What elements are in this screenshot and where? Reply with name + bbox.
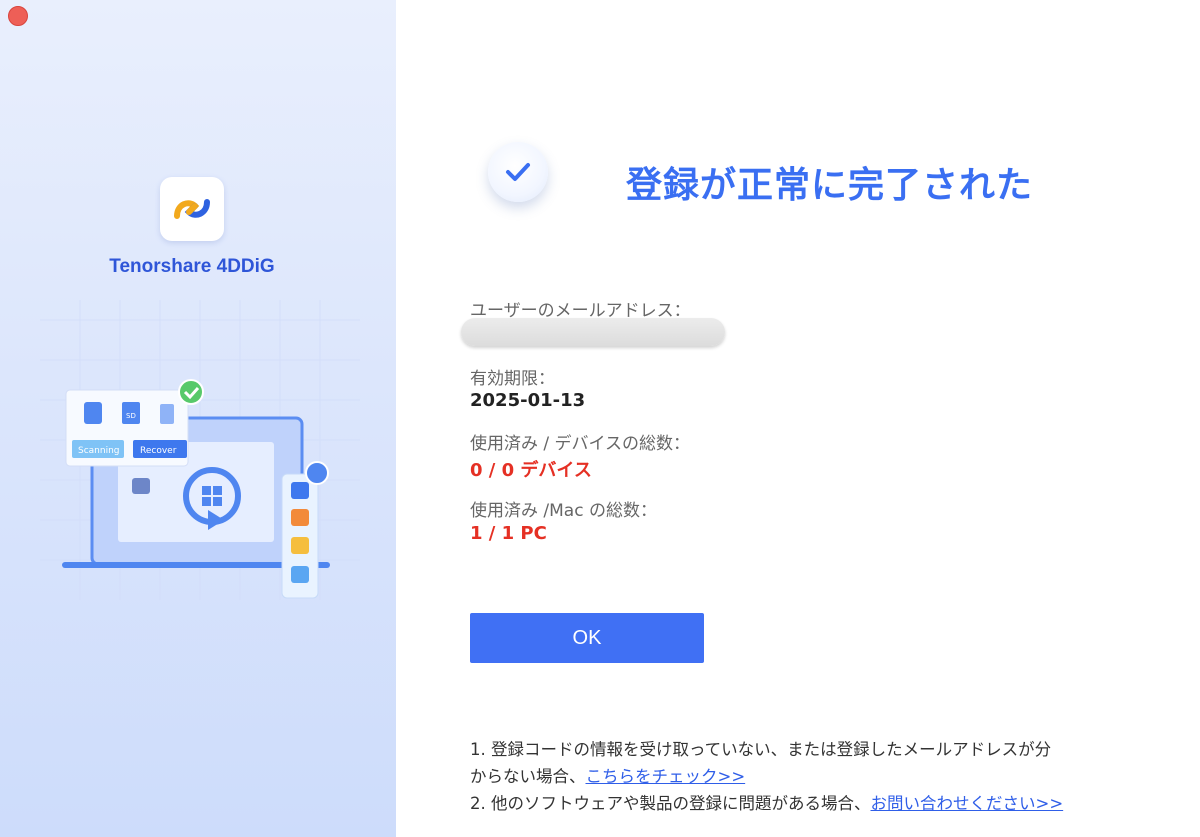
recover-label: Recover [140, 446, 177, 456]
window-close-button[interactable] [8, 6, 28, 26]
check-here-link[interactable]: こちらをチェック>> [586, 767, 746, 786]
contact-us-link[interactable]: お問い合わせください>> [871, 794, 1064, 813]
devices-value: 0 / 0 デバイス [470, 460, 592, 481]
expiry-value: 2025-01-13 [470, 390, 586, 411]
brand-name: Tenorshare 4DDiG [109, 256, 275, 277]
app-logo [160, 177, 224, 241]
note-line-3: 2. 他のソフトウェアや製品の登録に問題がある場合、お問い合わせください>> [470, 790, 1063, 817]
scanning-label: Scanning [78, 446, 120, 456]
help-notes: 1. 登録コードの情報を受け取っていない、または登録したメールアドレスが分 から… [470, 736, 1063, 817]
4ddig-logo-icon [174, 199, 210, 219]
mac-value: 1 / 1 PC [470, 523, 547, 544]
expiry-label: 有効期限： [470, 369, 555, 389]
note-line-2-text: からない場合、 [470, 767, 586, 786]
note-line-1: 1. 登録コードの情報を受け取っていない、または登録したメールアドレスが分 [470, 740, 1052, 759]
note-line-2: からない場合、こちらをチェック>> [470, 763, 1063, 790]
devices-label: 使用済み / デバイスの総数： [470, 434, 691, 454]
ok-button[interactable]: OK [470, 613, 704, 663]
success-badge [488, 142, 548, 202]
mac-label: 使用済み /Mac の総数： [470, 501, 657, 521]
note-line-3-text: 2. 他のソフトウェアや製品の登録に問題がある場合、 [470, 794, 871, 813]
success-title: 登録が正常に完了された [626, 165, 1034, 206]
left-panel: Tenorshare 4DDiG SD Scanning Recover [0, 0, 396, 837]
checkmark-icon [506, 163, 530, 181]
card-badge: SD [126, 412, 136, 420]
email-value [461, 318, 725, 346]
recovery-illustration: SD Scanning Recover [40, 300, 360, 600]
